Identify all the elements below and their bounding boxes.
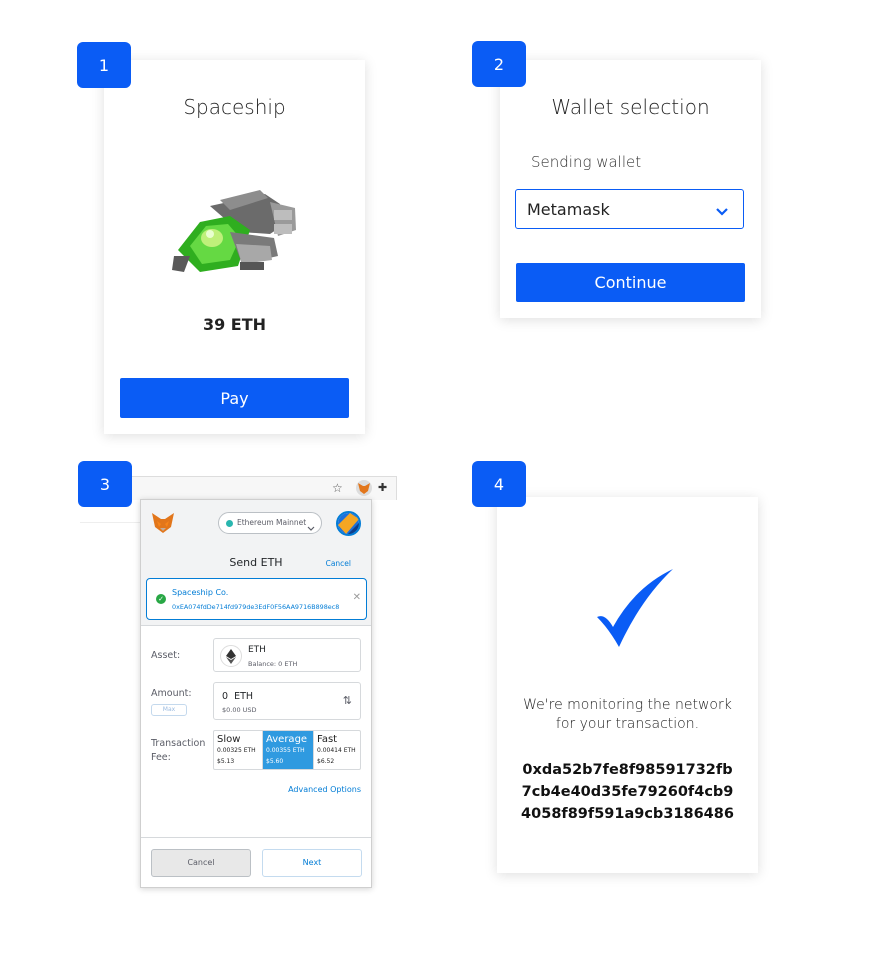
product-price: 39 ETH	[202, 315, 267, 334]
header-cancel-link[interactable]: Cancel	[326, 559, 351, 568]
close-icon[interactable]: ✕	[353, 592, 361, 603]
extension-icon[interactable]: ✚	[378, 481, 387, 494]
metamask-fox-icon	[151, 512, 175, 538]
continue-button[interactable]: Continue	[516, 263, 745, 302]
sending-wallet-label: Sending wallet	[531, 153, 642, 171]
step-badge-4: 4	[472, 461, 526, 507]
amount-label: Amount:	[151, 688, 192, 699]
transaction-hash-line2: 7cb4e40d35fe79260f4cb9	[521, 784, 734, 800]
step-badge-3: 3	[78, 461, 132, 507]
network-name: Ethereum Mainnet	[237, 518, 307, 527]
check-icon	[593, 565, 677, 658]
amount-input[interactable]: 0 ETH $0.00 USD ⇅	[213, 682, 361, 720]
fee-option-average[interactable]: Average 0.00355 ETH $5.60	[263, 731, 313, 769]
fee-option-name: Average	[266, 734, 308, 745]
amount-usd: $0.00 USD	[222, 706, 257, 714]
ethereum-icon	[220, 645, 242, 667]
fee-option-name: Slow	[217, 734, 241, 745]
product-title: Spaceship	[183, 95, 286, 119]
cancel-button[interactable]: Cancel	[151, 849, 251, 877]
step-badge-2: 2	[472, 41, 526, 87]
fee-selector: Slow 0.00325 ETH $5.13 Average 0.00355 E…	[213, 730, 361, 770]
advanced-options-link[interactable]: Advanced Options	[288, 785, 361, 794]
transaction-fee-label-1: Transaction	[151, 738, 206, 749]
wallet-select-value: Metamask	[527, 200, 610, 219]
step-badge-1: 1	[77, 42, 131, 88]
recipient-address: 0xEA074fdDe714fd979de3EdF0F56AA9716B898e…	[172, 603, 340, 611]
max-button[interactable]: Max	[151, 704, 187, 716]
fee-option-eth: 0.00355 ETH	[266, 747, 305, 754]
footer-divider	[141, 837, 371, 838]
metamask-popup: Ethereum Mainnet Send ETH Cancel ✓ Space…	[140, 499, 372, 888]
monitoring-message-line2: for your transaction.	[555, 716, 700, 732]
next-button[interactable]: Next	[262, 849, 362, 877]
spaceship-card: Spaceship 39 ETH Pay	[104, 60, 365, 434]
fee-option-eth: 0.00325 ETH	[217, 747, 256, 754]
network-selector[interactable]: Ethereum Mainnet	[218, 512, 322, 534]
fee-option-eth: 0.00414 ETH	[317, 747, 356, 754]
swap-arrows-icon[interactable]: ⇅	[343, 694, 352, 707]
transaction-fee-label-2: Fee:	[151, 752, 171, 763]
asset-name: ETH	[248, 645, 266, 655]
wallet-select[interactable]: Metamask	[515, 189, 744, 229]
transaction-hash-line3: 4058f89f591a9cb3186486	[521, 806, 734, 822]
asset-selector[interactable]: ETH Balance: 0 ETH	[213, 638, 361, 672]
pay-button[interactable]: Pay	[120, 378, 349, 418]
recipient-name: Spaceship Co.	[172, 588, 229, 597]
fee-option-usd: $5.60	[266, 758, 284, 765]
recipient-box[interactable]: ✓ Spaceship Co. 0xEA074fdDe714fd979de3Ed…	[146, 578, 367, 620]
fee-option-fast[interactable]: Fast 0.00414 ETH $6.52	[313, 731, 360, 769]
star-icon[interactable]: ☆	[332, 481, 343, 495]
wallet-selection-title: Wallet selection	[551, 95, 710, 119]
transaction-hash-line1: 0xda52b7fe8f98591732fb	[522, 762, 733, 778]
fee-option-usd: $5.13	[217, 758, 235, 765]
amount-value: 0 ETH	[222, 691, 254, 702]
browser-divider	[80, 522, 140, 523]
metamask-fox-icon[interactable]	[356, 480, 372, 496]
chevron-down-icon	[307, 518, 315, 537]
fee-option-usd: $6.52	[317, 758, 335, 765]
wallet-selection-card: Wallet selection Sending wallet Metamask…	[500, 60, 761, 318]
account-avatar[interactable]	[336, 511, 361, 536]
monitoring-message-line1: We're monitoring the network	[523, 697, 732, 713]
spaceship-image	[170, 186, 300, 282]
network-status-dot	[226, 520, 233, 527]
fee-option-name: Fast	[317, 734, 338, 745]
confirmation-card: We're monitoring the network for your tr…	[497, 497, 758, 873]
asset-balance: Balance: 0 ETH	[248, 660, 298, 668]
chevron-down-icon	[715, 204, 729, 222]
metamask-header: Ethereum Mainnet Send ETH Cancel ✓ Space…	[141, 500, 371, 626]
check-icon: ✓	[156, 594, 166, 604]
fee-option-slow[interactable]: Slow 0.00325 ETH $5.13	[214, 731, 263, 769]
browser-toolbar: ☆ ✚	[130, 476, 397, 500]
asset-label: Asset:	[151, 650, 181, 661]
